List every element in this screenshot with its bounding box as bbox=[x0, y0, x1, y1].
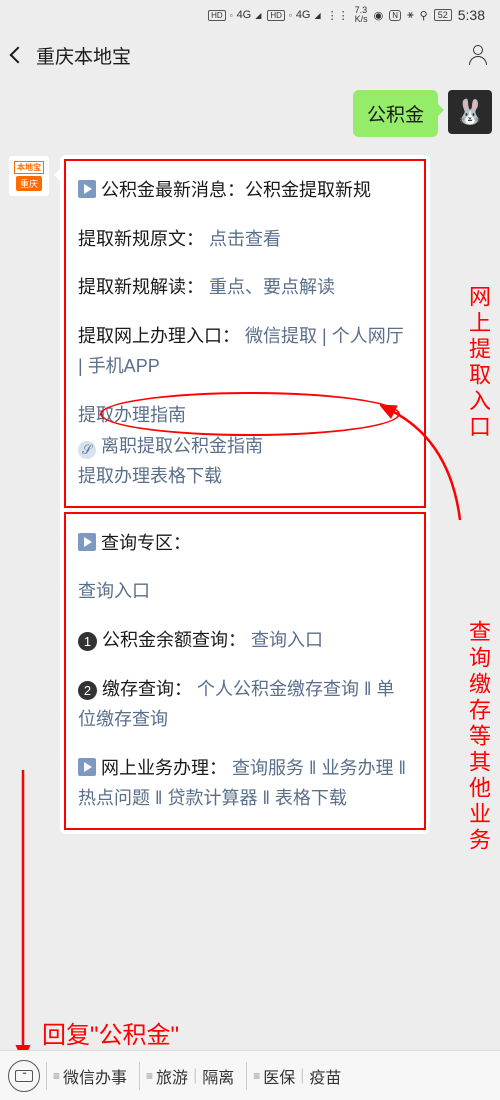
bot-avatar[interactable]: 本地宝 重庆 bbox=[8, 155, 50, 197]
menu-travel[interactable]: ≡ 旅游 | 隔离 bbox=[139, 1062, 240, 1090]
menu-lines-icon: ≡ bbox=[146, 1069, 153, 1083]
user-avatar[interactable]: 🐰 bbox=[448, 90, 492, 134]
label: 提取新规解读： bbox=[78, 277, 204, 297]
guide-title[interactable]: 提取办理指南 bbox=[78, 400, 412, 431]
personal-portal-link[interactable]: 个人网厅 bbox=[332, 326, 404, 346]
page-title: 重庆本地宝 bbox=[36, 42, 456, 69]
status-bar: HD▫ 4G◢ HD▫ 4G◢ ⋮⋮ 7.3K/s ◉ N ⚹ ⚲ 52 5:3… bbox=[0, 0, 500, 30]
info-card-1: 公积金最新消息：公积金提取新规 提取新规原文： 点击查看 提取新规解读： 重点、… bbox=[64, 159, 426, 508]
mute-icon: ⚲ bbox=[420, 9, 428, 22]
label: 提取新规原文： bbox=[78, 229, 204, 249]
balance-query-link[interactable]: 查询入口 bbox=[251, 630, 323, 650]
clock: 5:38 bbox=[458, 7, 485, 23]
resign-guide-link[interactable]: 离职提取公积金指南 bbox=[101, 436, 263, 456]
annotation-reply-hint: 回复"公积金" bbox=[42, 1015, 179, 1050]
form-dl-link[interactable]: 表格下载 bbox=[275, 788, 347, 808]
incoming-message: 本地宝 重庆 公积金最新消息：公积金提取新规 提取新规原文： 点击查看 提取新规… bbox=[8, 155, 492, 834]
bluetooth-icon: ⚹ bbox=[407, 9, 414, 22]
link-icon: 𝒮 bbox=[78, 441, 96, 459]
play-icon bbox=[78, 758, 96, 776]
wechat-extract-link[interactable]: 微信提取 bbox=[245, 326, 317, 346]
eye-icon: ◉ bbox=[374, 9, 384, 22]
mobile-app-link[interactable]: 手机APP bbox=[88, 356, 160, 376]
play-icon bbox=[78, 180, 96, 198]
number-2-icon: 2 bbox=[78, 681, 97, 700]
label: 提取网上办理入口： bbox=[78, 326, 240, 346]
play-icon bbox=[78, 533, 96, 551]
info-card-2: 查询专区： 查询入口 1 公积金余额查询： 查询入口 2 缴存查询： 个人公积金… bbox=[64, 512, 426, 830]
view-link[interactable]: 点击查看 bbox=[209, 229, 281, 249]
menu-wechat[interactable]: ≡ 微信办事 bbox=[46, 1062, 133, 1090]
nav-bar: 重庆本地宝 bbox=[0, 30, 500, 80]
query-service-link[interactable]: 查询服务 bbox=[232, 758, 304, 778]
interpret-link[interactable]: 重点、要点解读 bbox=[209, 277, 335, 297]
annotation-text-1: 网上提取入口 bbox=[462, 285, 494, 441]
query-title: 查询专区： bbox=[101, 533, 191, 553]
chat-area: 公积金 🐰 本地宝 重庆 公积金最新消息：公积金提取新规 提取新规原文： 点击查… bbox=[0, 80, 500, 1050]
faq-link[interactable]: 热点问题 bbox=[78, 788, 150, 808]
menu-lines-icon: ≡ bbox=[253, 1069, 260, 1083]
battery-icon: 52 bbox=[434, 9, 452, 21]
loan-calc-link[interactable]: 贷款计算器 bbox=[167, 788, 257, 808]
label: 网上业务办理： bbox=[101, 758, 227, 778]
profile-icon[interactable] bbox=[468, 45, 488, 65]
nfc-icon: N bbox=[389, 10, 401, 21]
news-title: 公积金最新消息：公积金提取新规 bbox=[101, 180, 371, 200]
biz-handle-link[interactable]: 业务办理 bbox=[321, 758, 393, 778]
number-1-icon: 1 bbox=[78, 632, 97, 651]
query-entry-link[interactable]: 查询入口 bbox=[78, 581, 150, 601]
keyboard-icon[interactable] bbox=[8, 1060, 40, 1092]
wifi-icon: ⋮⋮ bbox=[327, 9, 349, 22]
incoming-bubble: 公积金最新消息：公积金提取新规 提取新规原文： 点击查看 提取新规解读： 重点、… bbox=[60, 155, 430, 834]
outgoing-message: 公积金 🐰 bbox=[8, 90, 492, 137]
label: 公积金余额查询： bbox=[102, 630, 246, 650]
menu-lines-icon: ≡ bbox=[53, 1069, 60, 1083]
annotation-text-2: 查询缴存等其他业务 bbox=[462, 620, 494, 854]
menu-medical[interactable]: ≡ 医保 | 疫苗 bbox=[246, 1062, 347, 1090]
personal-deposit-link[interactable]: 个人公积金缴存查询 bbox=[197, 679, 359, 699]
bottom-menu-bar: ≡ 微信办事 ≡ 旅游 | 隔离 ≡ 医保 | 疫苗 bbox=[0, 1050, 500, 1100]
back-icon[interactable] bbox=[10, 47, 27, 64]
outgoing-bubble[interactable]: 公积金 bbox=[353, 90, 438, 137]
label: 缴存查询： bbox=[102, 679, 192, 699]
form-download-link[interactable]: 提取办理表格下载 bbox=[78, 461, 412, 492]
